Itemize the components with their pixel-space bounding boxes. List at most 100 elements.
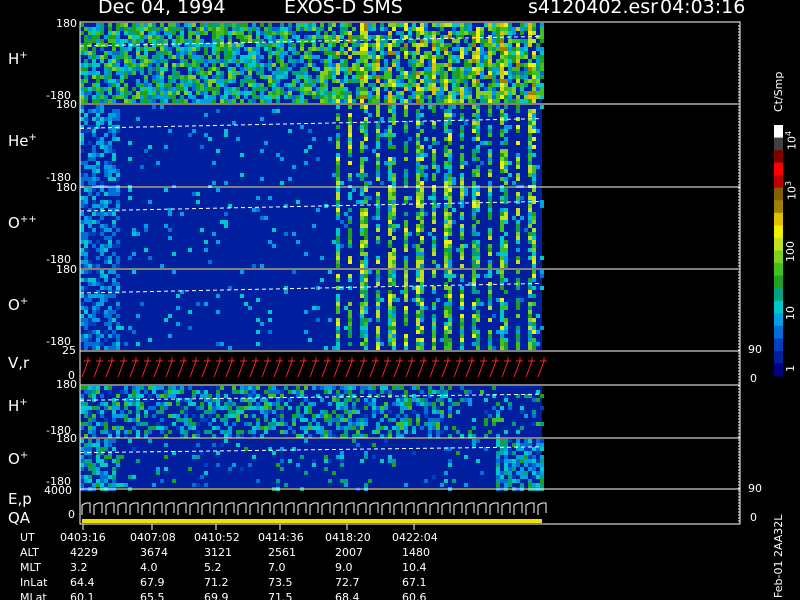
spectrogram-cell [516,270,520,274]
panel-1-he [79,105,544,189]
spectrogram-cell [392,306,396,310]
spectrogram-cell [108,192,112,196]
spectrogram-cell [392,426,396,430]
spectrogram-cell [536,91,540,95]
spectrogram-cell [428,99,432,103]
spectrogram-cell [304,310,308,314]
spectrogram-cell [244,67,248,71]
spectrogram-cell [504,95,508,99]
spectrogram-cell [416,113,420,117]
spectrogram-cell [336,63,340,67]
spectrogram-cell [392,99,396,103]
spectrogram-cell [420,71,424,75]
spectrogram-cell [136,91,140,95]
spectrogram-cell [340,31,344,35]
spectrogram-cell [504,125,508,129]
spectrogram-cell [336,137,340,141]
spectrogram-cell [316,79,320,83]
spectrogram-cell [348,208,352,212]
spectrogram-cell [308,338,312,342]
spectrogram-cell [476,204,480,208]
spectrogram-cell [92,31,96,35]
spectrogram-cell [92,133,96,137]
spectrogram-cell [532,188,536,192]
spectrogram-cell [120,91,124,95]
spectrogram-cell [268,330,272,334]
spectrogram-cell [400,71,404,75]
spectrogram-cell [460,71,464,75]
spectrogram-cell [256,71,260,75]
spectrogram-cell [528,208,532,212]
spectrogram-cell [336,99,340,103]
spectrogram-cell [172,79,176,83]
spectrogram-cell [460,204,464,208]
spectrogram-cell [532,125,536,129]
spectrogram-cell [160,67,164,71]
spectrogram-cell [208,27,212,31]
spectrogram-cell [148,39,152,43]
spectrogram-cell [220,220,224,224]
spectrogram-cell [104,244,108,248]
spectrogram-cell [408,27,412,31]
colorbar-segment [774,363,783,377]
spectrogram-cell [108,75,112,79]
spectrogram-cell [244,91,248,95]
spectrogram-cell [112,192,116,196]
spectrogram-cell [376,91,380,95]
spectrogram-cell [532,99,536,103]
spectrogram-cell [392,418,396,422]
spectrogram-cell [504,248,508,252]
spectrogram-cell [532,137,536,141]
spectrogram-cell [412,430,416,434]
spectrogram-cell [264,216,268,220]
spectrogram-cell [272,31,276,35]
spectrogram-cell [416,27,420,31]
spectrogram-cell [504,55,508,59]
panel-label-vr: V,r [8,354,30,372]
spectrogram-cell [416,192,420,196]
spectrogram-cell [140,406,144,410]
eph-cell-alt-5: 1480 [402,546,430,559]
spectrogram-cell [148,95,152,99]
spectrogram-cell [392,196,396,200]
spectrogram-cell [252,47,256,51]
spectrogram-cell [212,95,216,99]
spectrogram-cell [148,200,152,204]
spectrogram-cell [424,153,428,157]
spectrogram-cell [196,422,200,426]
spectrogram-cell [200,145,204,149]
spectrogram-cell [104,330,108,334]
spectrogram-cell [184,410,188,414]
spectrogram-cell [224,414,228,418]
spectrogram-cell [432,83,436,87]
spectrogram-cell [364,196,368,200]
spectrogram-cell [148,338,152,342]
spectrogram-cell [140,99,144,103]
spectrogram-cell [488,228,492,232]
spectrogram-cell [328,430,332,434]
spectrogram-cell [444,248,448,252]
spectrogram-cell [104,475,108,479]
spectrogram-cell [84,51,88,55]
spectrogram-cell [516,177,520,181]
spectrogram-cell [256,406,260,410]
spectrogram-cell [488,23,492,27]
spectrogram-cell [388,318,392,322]
spectrogram-cell [144,51,148,55]
spectrogram-cell [504,27,508,31]
spectrogram-cell [540,422,544,426]
spectrogram-cell [124,55,128,59]
spectrogram-cell [516,430,520,434]
spectrogram-cell [516,224,520,228]
spectrogram-cell [292,232,296,236]
spectrogram-cell [248,99,252,103]
spectrogram-cell [316,87,320,91]
spectrogram-cell [500,67,504,71]
spectrogram-cell [308,27,312,31]
spectrogram-cell [344,99,348,103]
spectrogram-cell [388,35,392,39]
spectrogram-cell [408,406,412,410]
spectrogram-cell [476,67,480,71]
spectrogram-cell [324,67,328,71]
spectrogram-cell [380,434,384,438]
